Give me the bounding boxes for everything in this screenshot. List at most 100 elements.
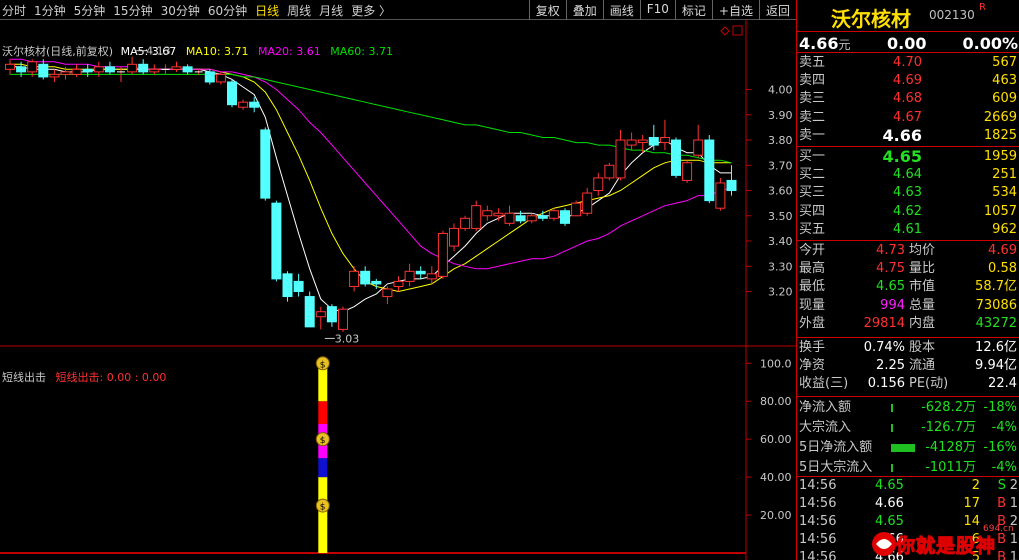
tool-button-3[interactable]: F10 [639, 0, 675, 20]
flow-row: 净流入额 -628.2万 -18% [797, 398, 1019, 418]
stat-label: 现量 [799, 297, 826, 313]
tick-count: 1 [1009, 496, 1018, 511]
stats-table: 今开 4.73 均价 4.69 最高 4.75 量比 0.58 最低 4.65 市值 58.7亿 现量 9… [797, 242, 1019, 333]
indicator-segment [318, 401, 328, 424]
price-tick-label: 3.70 [768, 159, 793, 172]
price-bar: 4.66元 0.00 0.00% [797, 31, 1019, 53]
tool-button-6[interactable]: 返回 [758, 0, 796, 20]
stat-value: 12.6亿 [975, 340, 1017, 355]
price-tick-label: 3.20 [768, 286, 793, 299]
period-tab-0[interactable]: 分时 [2, 2, 26, 19]
asks-volume: 609 [992, 91, 1017, 107]
divider [797, 337, 1019, 338]
stat-value: 73086 [975, 297, 1017, 313]
price-change-pct: 0.00% [962, 34, 1018, 53]
tool-button-5[interactable]: +自选 [711, 0, 759, 20]
period-toolbar: 分时 1分钟 5分钟 15分钟 30分钟 60分钟 日线 周线 月线 更多 〉 复权 叠加 画线 F10… [0, 0, 796, 20]
asks-row: 卖四 4.69 463 [797, 72, 1019, 90]
stat-value: 0.156 [867, 376, 905, 392]
candle [249, 97, 260, 113]
tool-button-0[interactable]: 复权 [528, 0, 566, 20]
candle [726, 165, 737, 196]
candle [437, 230, 448, 279]
indicator-ticks: 100.0 80.00 60.00 40.00 20.00 [746, 357, 792, 522]
price-tick-label: 3.30 [768, 260, 793, 273]
candle [471, 200, 482, 231]
candle [161, 64, 170, 75]
candle [204, 69, 215, 85]
candle [315, 306, 326, 330]
candle [382, 286, 393, 305]
period-tab-8[interactable]: 月线 [319, 2, 343, 19]
tick-row: 14:56 4.66 17 B 1 [797, 495, 1019, 513]
indicator-tick-label: 40.00 [760, 471, 792, 484]
stat-value: 994 [880, 297, 905, 313]
price-annotation: 3.03 [335, 332, 360, 345]
bids-label: 买四 [799, 203, 826, 219]
asks-volume: 2669 [983, 109, 1017, 125]
stat-value: 43272 [975, 315, 1017, 331]
divider [797, 396, 1019, 397]
bids-label: 买三 [799, 185, 826, 201]
quote-panel: 沃尔核材 002130 R 4.66元 0.00 0.00% 卖五 4.70 567… [796, 0, 1019, 560]
tick-time: 14:56 [799, 496, 837, 511]
kline-svg[interactable]: 4.00 3.90 3.80 3.70 3.60 3.50 3.40 3.30 3.20 100… [0, 20, 796, 560]
candle [49, 69, 60, 82]
money-bag-icon: $ [315, 356, 330, 371]
candle [271, 200, 282, 282]
watermark: 你就是股神 694.cn [870, 524, 1019, 560]
tool-button-1[interactable]: 叠加 [565, 0, 603, 20]
bids-row: 买四 4.62 1057 [797, 203, 1019, 221]
flow-pct: -18% [983, 400, 1017, 415]
flow-label: 净流入额 [799, 400, 852, 415]
asks-row: 卖三 4.68 609 [797, 90, 1019, 108]
bids-price: 4.63 [893, 185, 922, 201]
stat-row: 最低 4.65 市值 58.7亿 [797, 278, 1019, 296]
ask-book: 卖五 4.70 567 卖四 4.69 463 卖三 4.68 609 卖二 4.67 2669 卖一 4… [797, 54, 1019, 145]
period-tab-2[interactable]: 5分钟 [74, 2, 106, 19]
price-change: 0.00 [887, 34, 927, 53]
tool-button-2[interactable]: 画线 [602, 0, 640, 20]
bids-row: 买一 4.65 1959 [797, 148, 1019, 166]
tool-button-4[interactable]: 标记 [674, 0, 712, 20]
diamond-icon[interactable] [720, 26, 730, 36]
stat-row: 外盘 29814 内盘 43272 [797, 315, 1019, 333]
flow-value: -126.7万 [921, 420, 976, 435]
bids-price: 4.64 [893, 167, 922, 183]
bids-volume: 251 [992, 167, 1017, 183]
price-tick-label: 3.60 [768, 185, 793, 198]
indicator-tick-label: 60.00 [760, 433, 792, 446]
asks-volume: 463 [992, 73, 1017, 89]
ma-lines [10, 58, 732, 313]
stat-row: 净资 2.25 流通 9.94亿 [797, 357, 1019, 375]
bids-volume: 1959 [983, 149, 1017, 164]
flow-row: 5日大宗流入 -1011万 -4% [797, 458, 1019, 478]
period-tab-4[interactable]: 30分钟 [161, 2, 200, 19]
candle [404, 263, 415, 287]
settings-square-icon[interactable] [732, 25, 743, 36]
stat-label: 今开 [799, 243, 826, 258]
price-tick-label: 4.00 [768, 84, 793, 97]
tick-time: 14:56 [799, 478, 837, 493]
candle [138, 59, 149, 75]
stats-table-2: 换手 0.74% 股本 12.6亿 净资 2.25 流通 9.94亿 收益(三) 0.156 PE(… [797, 339, 1019, 394]
candle [171, 61, 182, 72]
candle [71, 64, 82, 77]
period-tab-5[interactable]: 60分钟 [208, 2, 247, 19]
candles [5, 56, 737, 332]
candle [349, 266, 360, 292]
period-tab-1[interactable]: 1分钟 [34, 2, 66, 19]
candle [648, 124, 659, 151]
price-annotation: 4.13 [146, 45, 171, 58]
period-tab-3[interactable]: 15分钟 [113, 2, 152, 19]
period-tab-6[interactable]: 日线 [255, 2, 279, 19]
tick-time: 14:56 [799, 532, 837, 547]
flow-pct: -16% [983, 440, 1017, 455]
asks-label: 卖二 [799, 109, 826, 125]
stat-label: 最高 [799, 261, 826, 277]
stat-row: 换手 0.74% 股本 12.6亿 [797, 339, 1019, 357]
period-tab-9[interactable]: 更多 〉 [351, 2, 391, 19]
period-tab-7[interactable]: 周线 [287, 2, 311, 19]
margin-flag: R [979, 2, 986, 13]
stat-value: 4.75 [876, 261, 905, 277]
